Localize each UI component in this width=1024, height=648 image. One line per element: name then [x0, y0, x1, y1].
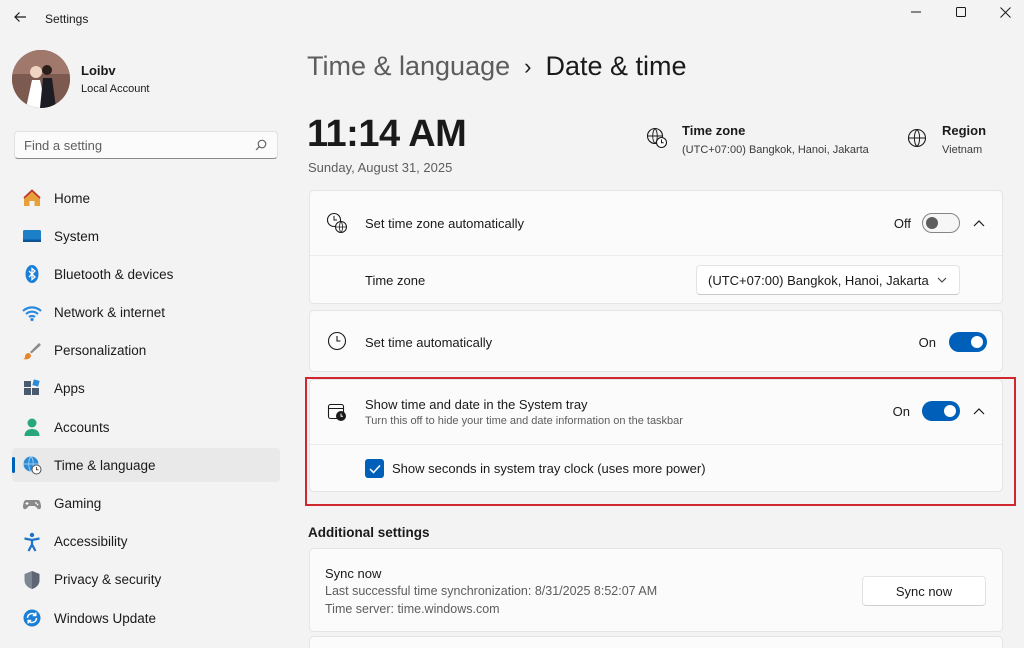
auto-timezone-label: Set time zone automatically: [365, 216, 524, 231]
clock-icon: [326, 330, 348, 352]
profile-name: Loibv: [81, 63, 116, 78]
close-button[interactable]: [983, 0, 1024, 24]
gamepad-icon: [22, 494, 42, 514]
timezone-auto-icon: [326, 212, 348, 234]
profile-account-type: Local Account: [81, 83, 150, 95]
accounts-icon: [22, 417, 42, 437]
region-summary-value: Vietnam: [942, 144, 983, 156]
timezone-summary-value: (UTC+07:00) Bangkok, Hanoi, Jakarta: [682, 144, 869, 156]
minimize-icon: [911, 11, 921, 13]
user-profile[interactable]: Loibv Local Account: [12, 50, 150, 108]
timezone-globe-icon: [646, 127, 668, 149]
brush-icon: [22, 341, 42, 361]
avatar: [12, 50, 70, 108]
sidebar-item-home[interactable]: Home: [12, 181, 280, 215]
sidebar-item-personalization[interactable]: Personalization: [12, 334, 280, 368]
sync-card: Sync now Last successful time synchroniz…: [309, 548, 1003, 632]
sync-now-button[interactable]: Sync now: [862, 576, 986, 606]
chevron-up-icon: [973, 220, 985, 227]
breadcrumb: Time & language › Date & time: [307, 51, 687, 82]
sidebar-item-accessibility[interactable]: Accessibility: [12, 525, 280, 559]
maximize-button[interactable]: [939, 0, 983, 24]
auto-timezone-row[interactable]: Set time zone automatically Off: [310, 191, 1002, 255]
back-button[interactable]: [4, 2, 36, 32]
timezone-summary-title: Time zone: [682, 123, 746, 138]
accessibility-icon: [22, 532, 42, 552]
timezone-summary: Time zone (UTC+07:00) Bangkok, Hanoi, Ja…: [646, 123, 869, 156]
auto-time-card[interactable]: Set time automatically On: [309, 310, 1003, 372]
sidebar-item-apps[interactable]: Apps: [12, 372, 280, 406]
time-server-text: Time server: time.windows.com: [325, 602, 500, 616]
auto-timezone-toggle[interactable]: [922, 213, 960, 233]
timezone-dropdown[interactable]: (UTC+07:00) Bangkok, Hanoi, Jakarta: [696, 265, 960, 295]
sidebar-item-gaming[interactable]: Gaming: [12, 487, 280, 521]
additional-settings-heading: Additional settings: [308, 525, 430, 540]
home-icon: [22, 188, 42, 208]
sidebar-item-windows-update[interactable]: Windows Update: [12, 601, 280, 635]
close-icon: [999, 6, 1011, 18]
app-title: Settings: [45, 12, 89, 26]
breadcrumb-separator: ›: [524, 53, 532, 79]
region-summary-title: Region: [942, 123, 987, 138]
search-input[interactable]: [24, 137, 234, 153]
minimize-button[interactable]: [894, 0, 938, 24]
sidebar-item-bluetooth[interactable]: Bluetooth & devices: [12, 257, 280, 291]
chevron-down-icon: [937, 277, 947, 283]
auto-timezone-state: Off: [893, 216, 911, 231]
auto-time-label: Set time automatically: [365, 335, 493, 350]
bluetooth-icon: [22, 264, 42, 284]
timezone-card: Set time zone automatically Off Time zon…: [309, 190, 1003, 304]
highlight-box: [305, 377, 1016, 506]
auto-time-toggle[interactable]: [949, 332, 987, 352]
sync-title: Sync now: [325, 566, 382, 581]
region-globe-icon: [907, 128, 927, 148]
back-arrow-icon: [14, 12, 26, 22]
apps-icon: [22, 379, 42, 399]
auto-time-state: On: [918, 335, 936, 350]
next-card: [309, 636, 1003, 648]
sidebar-item-privacy[interactable]: Privacy & security: [12, 563, 280, 597]
current-date: Sunday, August 31, 2025: [308, 160, 453, 175]
sidebar-nav: Home System Bluetooth & devices Network …: [12, 181, 280, 639]
breadcrumb-parent[interactable]: Time & language: [307, 51, 510, 82]
timezone-dropdown-value: (UTC+07:00) Bangkok, Hanoi, Jakarta: [708, 272, 929, 288]
region-summary: Region Vietnam: [906, 123, 986, 156]
globe-clock-icon: [22, 455, 42, 475]
update-icon: [22, 608, 42, 628]
title-bar: Settings: [0, 0, 1024, 36]
page-title: Date & time: [545, 51, 687, 81]
auto-timezone-collapse-button[interactable]: [968, 212, 990, 234]
current-time: 11:14 AM: [307, 113, 467, 155]
sidebar-item-time-language[interactable]: Time & language: [12, 448, 280, 483]
wifi-icon: [22, 303, 42, 323]
sidebar-item-accounts[interactable]: Accounts: [12, 410, 280, 444]
maximize-icon: [956, 7, 966, 17]
search-box: [14, 131, 278, 159]
sidebar-item-system[interactable]: System: [12, 219, 280, 253]
last-sync-text: Last successful time synchronization: 8/…: [325, 584, 658, 598]
search-icon[interactable]: [255, 139, 267, 151]
sidebar-item-network[interactable]: Network & internet: [12, 296, 280, 330]
timezone-select-row: Time zone (UTC+07:00) Bangkok, Hanoi, Ja…: [310, 256, 1002, 305]
shield-icon: [22, 570, 42, 590]
system-icon: [22, 226, 42, 246]
timezone-select-label: Time zone: [365, 273, 426, 288]
